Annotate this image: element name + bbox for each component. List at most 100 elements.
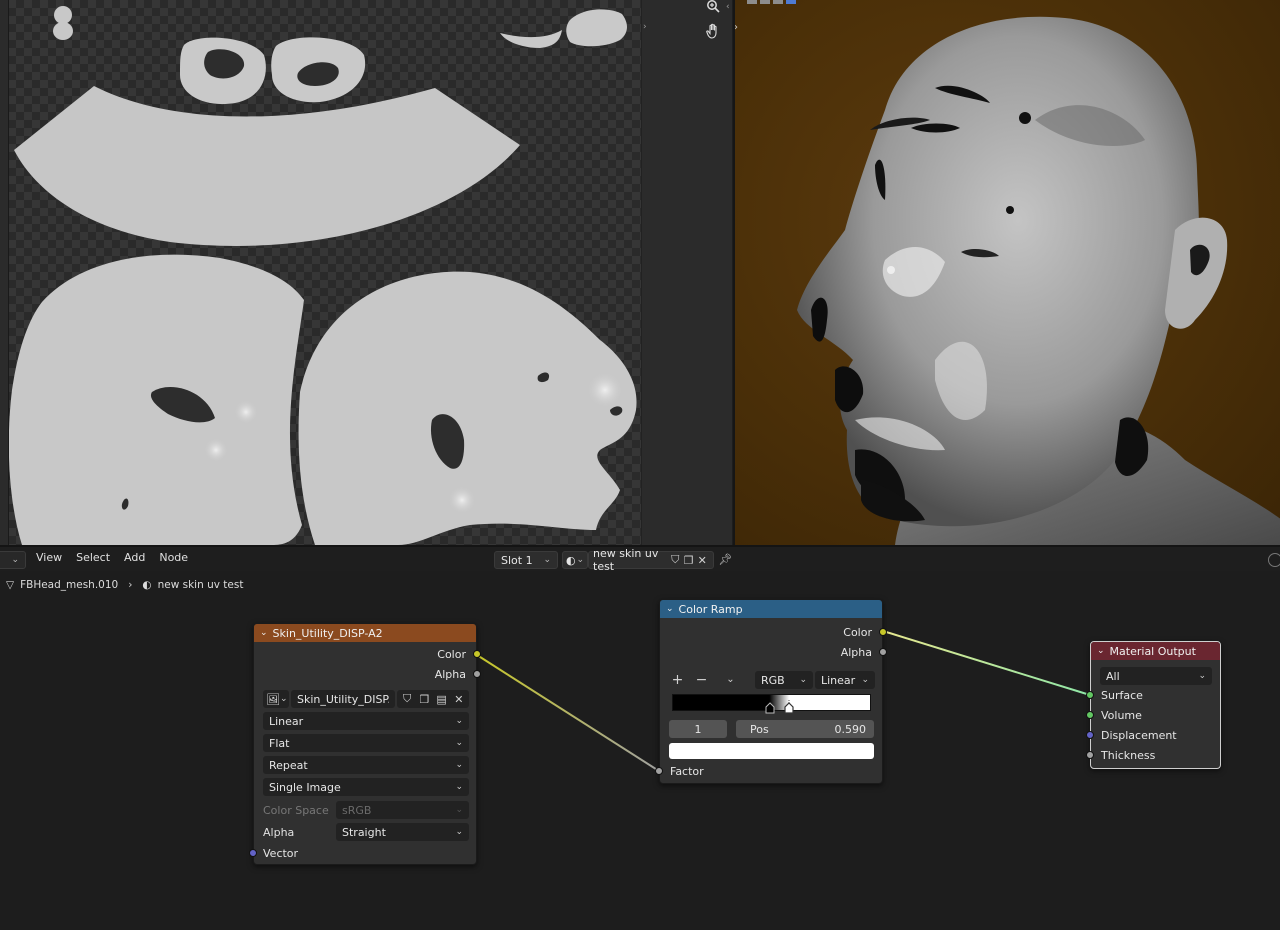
source-dropdown[interactable]: Single Image ⌄ [263, 778, 469, 796]
breadcrumb: ▽ FBHead_mesh.010 › ◐ new skin uv test [0, 573, 243, 597]
ramp-interpolation-value: Linear [821, 673, 856, 687]
expand-arrow-icon[interactable]: › [643, 22, 647, 32]
head-model-render [797, 16, 1280, 545]
image-node-title: Skin_Utility_DISP-A2 [272, 626, 383, 640]
image-texture-node[interactable]: ⌄ Skin_Utility_DISP-A2 Color Alpha 🖼︎ ⌄ S… [249, 623, 481, 865]
extension-dropdown[interactable]: Repeat ⌄ [263, 756, 469, 774]
node-editor-header: ⌄ View Select Add Node Slot 1 ⌄ ◐ ⌄ new sk… [0, 545, 1280, 573]
active-stop-index[interactable]: 1 [669, 720, 727, 738]
stop-position-field[interactable]: Pos 0.590 [736, 720, 874, 738]
pos-label: Pos [750, 722, 769, 736]
material-name-field[interactable]: new skin uv test ⛉ ❐ ✕ [588, 547, 714, 573]
material-output-node[interactable]: ⌄ Material Output All ⌄ Surface Volume Di… [1086, 641, 1221, 769]
material-output-node-header[interactable]: ⌄ Material Output [1091, 642, 1220, 660]
input-vector: Vector [249, 843, 299, 863]
pin-icon[interactable]: 📌︎ [717, 551, 734, 568]
color-ramp-title: Color Ramp [678, 602, 743, 616]
fake-user-shield-icon[interactable]: ⛉ [668, 552, 682, 569]
collapse-chevron-icon[interactable]: ⌄ [1097, 646, 1105, 656]
breadcrumb-object: FBHead_mesh.010 [20, 579, 119, 591]
menu-add[interactable]: Add [117, 551, 152, 564]
image-browse-dropdown[interactable]: 🖼︎ ⌄ [263, 690, 289, 708]
socket-thickness-in[interactable] [1086, 751, 1094, 759]
output-alpha: Alpha [254, 664, 481, 684]
slot-dropdown[interactable]: Slot 1 ⌄ [494, 551, 558, 569]
alpha-label: Alpha [263, 826, 295, 839]
pos-value: 0.590 [834, 722, 867, 736]
collapse-chevron-icon[interactable]: ⌄ [260, 628, 268, 638]
color-ramp-node[interactable]: ⌄ Color Ramp Color Alpha + − ⌄ RGB ⌄ Line… [655, 599, 887, 784]
socket-alpha-out[interactable] [879, 648, 887, 656]
socket-color-out[interactable] [879, 628, 887, 636]
alpha-mode-dropdown[interactable]: Straight ⌄ [336, 823, 469, 841]
uv-editor-area[interactable] [0, 0, 641, 545]
ramp-interpolation-dropdown[interactable]: Linear ⌄ [815, 671, 875, 689]
material-name: new skin uv test [593, 547, 659, 573]
fake-user-shield-icon[interactable]: ⛉ [400, 691, 414, 708]
duplicate-icon[interactable]: ❐ [682, 552, 696, 569]
color-mode-dropdown[interactable]: RGB ⌄ [755, 671, 813, 689]
extension-value: Repeat [269, 758, 308, 772]
remove-stop-icon[interactable]: − [693, 671, 710, 688]
uv-islands [8, 6, 637, 545]
chevron-down-icon[interactable]: ⌄ [722, 671, 739, 688]
socket-factor-in[interactable] [655, 767, 663, 775]
zoom-icon[interactable] [702, 0, 724, 17]
material-sphere-icon: ◐ [142, 579, 152, 591]
material-sphere-icon: ◐ [566, 553, 576, 567]
socket-displacement-in[interactable] [1086, 731, 1094, 739]
slot-label: Slot 1 [501, 553, 533, 567]
unlink-x-icon[interactable]: ✕ [452, 691, 466, 708]
color-ramp-node-header[interactable]: ⌄ Color Ramp [660, 600, 882, 618]
3d-viewport[interactable]: › [733, 0, 1280, 545]
breadcrumb-material: new skin uv test [157, 579, 244, 591]
menu-bar: View Select Add Node [29, 551, 195, 564]
menu-view[interactable]: View [29, 551, 69, 564]
output-alpha-label: Alpha [840, 645, 872, 659]
overlay-toggle-icon[interactable] [1268, 553, 1280, 567]
socket-surface-in[interactable] [1086, 691, 1094, 699]
material-browse-dropdown[interactable]: ◐ ⌄ [562, 551, 588, 569]
image-actions: ⛉ ❐ ▤ ✕ [397, 690, 469, 708]
menu-select[interactable]: Select [69, 551, 117, 564]
source-value: Single Image [269, 780, 341, 794]
projection-dropdown[interactable]: Flat ⌄ [263, 734, 469, 752]
image-texture-node-header[interactable]: ⌄ Skin_Utility_DISP-A2 [254, 624, 476, 642]
input-thickness: Thickness [1086, 745, 1220, 765]
output-color-label: Color [843, 625, 872, 639]
image-name: Skin_Utility_DISP... [297, 692, 389, 706]
socket-color-out[interactable] [473, 650, 481, 658]
interpolation-value: Linear [269, 714, 304, 728]
hand-pan-icon[interactable] [702, 20, 724, 42]
color-space-value: sRGB [342, 803, 372, 817]
input-factor-label: Factor [670, 764, 704, 778]
input-factor: Factor [655, 761, 704, 781]
expand-arrow-icon[interactable]: › [735, 22, 738, 33]
input-thickness-label: Thickness [1101, 748, 1156, 762]
menu-node[interactable]: Node [152, 551, 195, 564]
open-image-icon[interactable]: ▤ [435, 691, 449, 708]
collapse-arrow-icon[interactable]: ‹ [726, 2, 730, 12]
add-stop-icon[interactable]: + [669, 671, 686, 688]
input-surface-label: Surface [1101, 688, 1143, 702]
editor-type-dropdown[interactable]: ⌄ [0, 551, 26, 569]
unlink-x-icon[interactable]: ✕ [695, 552, 709, 569]
stop-index-value: 1 [694, 722, 702, 736]
input-displacement: Displacement [1086, 725, 1220, 745]
input-displacement-label: Displacement [1101, 728, 1177, 742]
socket-vector-in[interactable] [249, 849, 257, 857]
duplicate-icon[interactable]: ❐ [417, 691, 431, 708]
color-space-label: Color Space [263, 804, 329, 817]
target-dropdown[interactable]: All ⌄ [1100, 667, 1212, 685]
input-vector-label: Vector [263, 846, 299, 860]
viewport-header-icons[interactable] [747, 0, 847, 5]
interpolation-dropdown[interactable]: Linear ⌄ [263, 712, 469, 730]
stop-color-swatch[interactable] [669, 743, 874, 759]
collapse-chevron-icon[interactable]: ⌄ [666, 604, 674, 614]
color-space-dropdown: sRGB ⌄ [336, 801, 469, 819]
ramp-stops[interactable] [765, 700, 795, 714]
socket-volume-in[interactable] [1086, 711, 1094, 719]
image-name-field[interactable]: Skin_Utility_DISP... [291, 690, 395, 708]
output-color: Color [660, 622, 887, 642]
socket-alpha-out[interactable] [473, 670, 481, 678]
